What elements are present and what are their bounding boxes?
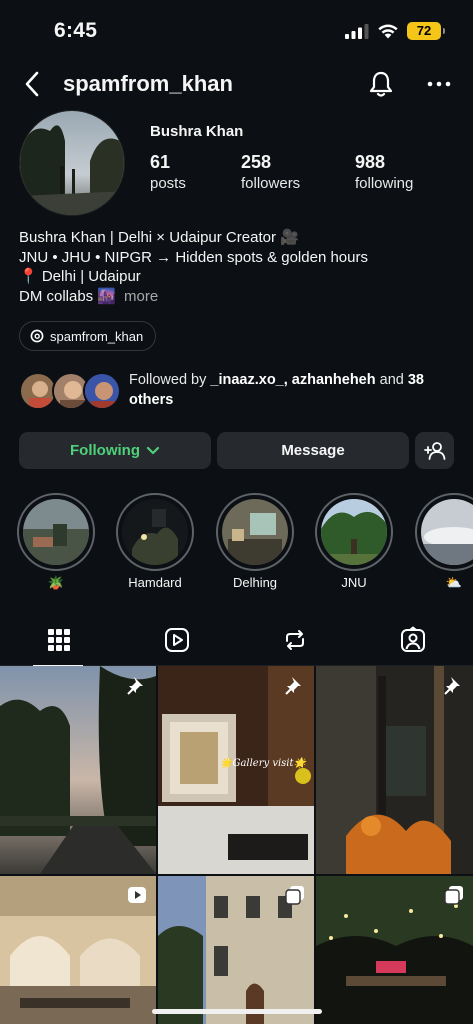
highlight-label: Delhing [232, 575, 278, 590]
chevron-down-icon [146, 446, 160, 454]
bio-more-link[interactable]: more [124, 288, 158, 305]
repost-icon [286, 630, 304, 650]
highlight-cover [122, 499, 188, 565]
story-highlight[interactable]: 🪴 [17, 493, 95, 593]
back-arrow-icon[interactable] [22, 70, 42, 98]
following-count[interactable]: 988 following [355, 152, 413, 192]
post-image [0, 666, 156, 874]
battery-indicator: 72 [407, 22, 445, 40]
followed-by-row[interactable]: Followed by _inaaz.xo_, azhanheheh and 3… [19, 370, 459, 412]
threads-handle: spamfrom_khan [50, 328, 144, 344]
reel-icon [128, 887, 146, 903]
bell-icon[interactable] [368, 70, 394, 98]
tagged-person-icon [401, 626, 425, 652]
tab-reels[interactable] [118, 614, 236, 666]
add-person-icon [423, 441, 445, 460]
cellular-signal-icon [345, 24, 369, 39]
post-caption-overlay: 🌟Gallery visit🌟 [220, 758, 306, 769]
grid-post[interactable] [316, 876, 473, 1024]
follower-avatar [83, 372, 121, 410]
highlight-label: JNU [341, 575, 367, 590]
reels-icon [165, 628, 189, 652]
bio-line: Bushra Khan | Delhi × Udaipur Creator 🎥 [19, 229, 299, 246]
profile-tabs [0, 614, 473, 667]
tab-reposts[interactable] [236, 614, 354, 666]
highlight-label: ⛅ [445, 575, 463, 590]
following-label: following [355, 175, 414, 192]
grid-icon [48, 629, 70, 651]
story-highlight[interactable]: ⛅ [415, 493, 473, 593]
message-button-label: Message [281, 442, 345, 459]
home-indicator[interactable] [152, 1009, 322, 1014]
posts-label: posts [150, 175, 186, 192]
highlight-label: Hamdard [128, 575, 182, 590]
grid-post[interactable] [0, 876, 156, 1024]
pin-icon [444, 677, 460, 695]
grid-post[interactable]: 🌟Gallery visit🌟 [158, 666, 314, 874]
story-highlight[interactable]: Delhing [216, 493, 294, 593]
profile-header: spamfrom_khan [0, 62, 473, 106]
story-highlight[interactable]: JNU [315, 493, 393, 593]
grid-post[interactable] [316, 666, 473, 874]
grid-post[interactable] [0, 666, 156, 874]
bio-line: JNU • JHU • NIPGR → Hidden spots & golde… [19, 248, 368, 266]
carousel-icon [285, 886, 304, 905]
following-number: 988 [355, 152, 386, 172]
followers-count[interactable]: 258 followers [241, 152, 300, 192]
following-button[interactable]: Following [19, 432, 211, 469]
post-image [158, 666, 314, 874]
threads-icon [30, 329, 44, 343]
story-highlight[interactable]: Hamdard [116, 493, 194, 593]
wifi-icon [378, 24, 398, 39]
message-button[interactable]: Message [217, 432, 409, 469]
bio-line: 📍 Delhi | Udaipur [19, 268, 141, 285]
followers-label: followers [241, 175, 301, 192]
avatar-photo [20, 111, 124, 215]
grid-post[interactable] [158, 876, 314, 1024]
profile-avatar[interactable] [19, 110, 125, 216]
bio-line: DM collabs 🌆 [19, 287, 117, 305]
highlight-cover [321, 499, 387, 565]
highlight-cover [421, 499, 473, 565]
highlight-label: 🪴 [47, 575, 65, 590]
pin-icon [127, 677, 143, 695]
more-options-icon[interactable] [427, 80, 451, 88]
post-image [316, 666, 473, 874]
status-bar: 6:45 72 [0, 0, 473, 62]
pin-icon [285, 677, 301, 695]
carousel-icon [444, 886, 463, 905]
posts-count[interactable]: 61 posts [150, 152, 186, 192]
threads-badge[interactable]: spamfrom_khan [19, 321, 157, 351]
following-button-label: Following [70, 442, 140, 459]
profile-display-name: Bushra Khan [150, 123, 244, 140]
suggested-accounts-button[interactable] [415, 432, 454, 469]
tab-tagged[interactable] [354, 614, 472, 666]
highlight-cover [23, 499, 89, 565]
profile-bio: Bushra Khan | Delhi × Udaipur Creator 🎥 … [19, 228, 368, 306]
profile-username: spamfrom_khan [63, 71, 233, 96]
followers-number: 258 [241, 152, 272, 172]
highlight-cover [222, 499, 288, 565]
tab-grid[interactable] [0, 614, 118, 667]
status-time: 6:45 [54, 19, 98, 42]
posts-number: 61 [150, 152, 171, 172]
followed-by-text: Followed by _inaaz.xo_, azhanheheh and 3… [129, 372, 424, 408]
